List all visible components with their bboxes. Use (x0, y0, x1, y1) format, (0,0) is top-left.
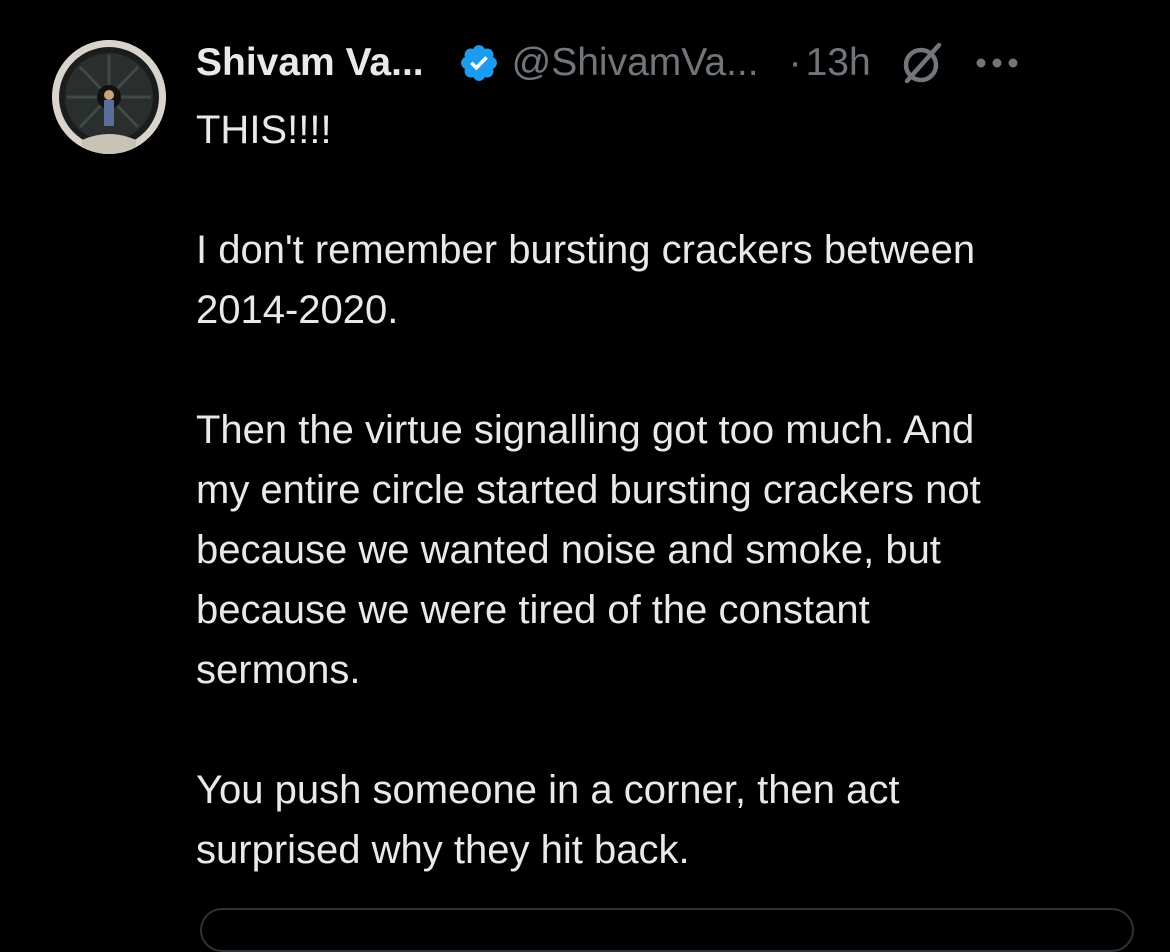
text-line: my entire circle started bursting cracke… (196, 468, 981, 512)
more-options-icon[interactable] (973, 53, 1021, 73)
text-line: THIS!!!! (196, 108, 332, 152)
text-line: You push someone in a corner, then act (196, 768, 900, 812)
text-line: sermons. (196, 648, 361, 692)
text-line: I don't remember bursting crackers betwe… (196, 228, 976, 272)
avatar[interactable] (52, 40, 166, 154)
grok-icon[interactable] (899, 39, 947, 87)
text-line: because we were tired of the constant (196, 588, 870, 632)
text-line: surprised why they hit back. (196, 828, 690, 872)
text-line: 2014-2020. (196, 288, 399, 332)
text-line: because we wanted noise and smoke, but (196, 528, 941, 572)
tweet-paragraph: I don't remember bursting crackers betwe… (196, 220, 1141, 340)
tweet-paragraph: Then the virtue signalling got too much.… (196, 400, 1141, 700)
tweet-paragraph: THIS!!!! (196, 100, 1141, 160)
user-handle[interactable]: @ShivamVa... (512, 41, 759, 85)
display-name[interactable]: Shivam Va... (196, 41, 424, 85)
text-line: Then the virtue signalling got too much.… (196, 408, 975, 452)
timestamp[interactable]: 13h (806, 41, 871, 85)
verified-badge-icon (458, 42, 500, 84)
tweet-header: Shivam Va... @ShivamVa... · 13h (196, 36, 1126, 90)
tweet-text: THIS!!!! I don't remember bursting crack… (196, 100, 1141, 880)
quoted-tweet-card[interactable] (200, 908, 1134, 952)
separator-dot: · (788, 41, 802, 84)
tweet-paragraph: You push someone in a corner, then act s… (196, 760, 1141, 880)
